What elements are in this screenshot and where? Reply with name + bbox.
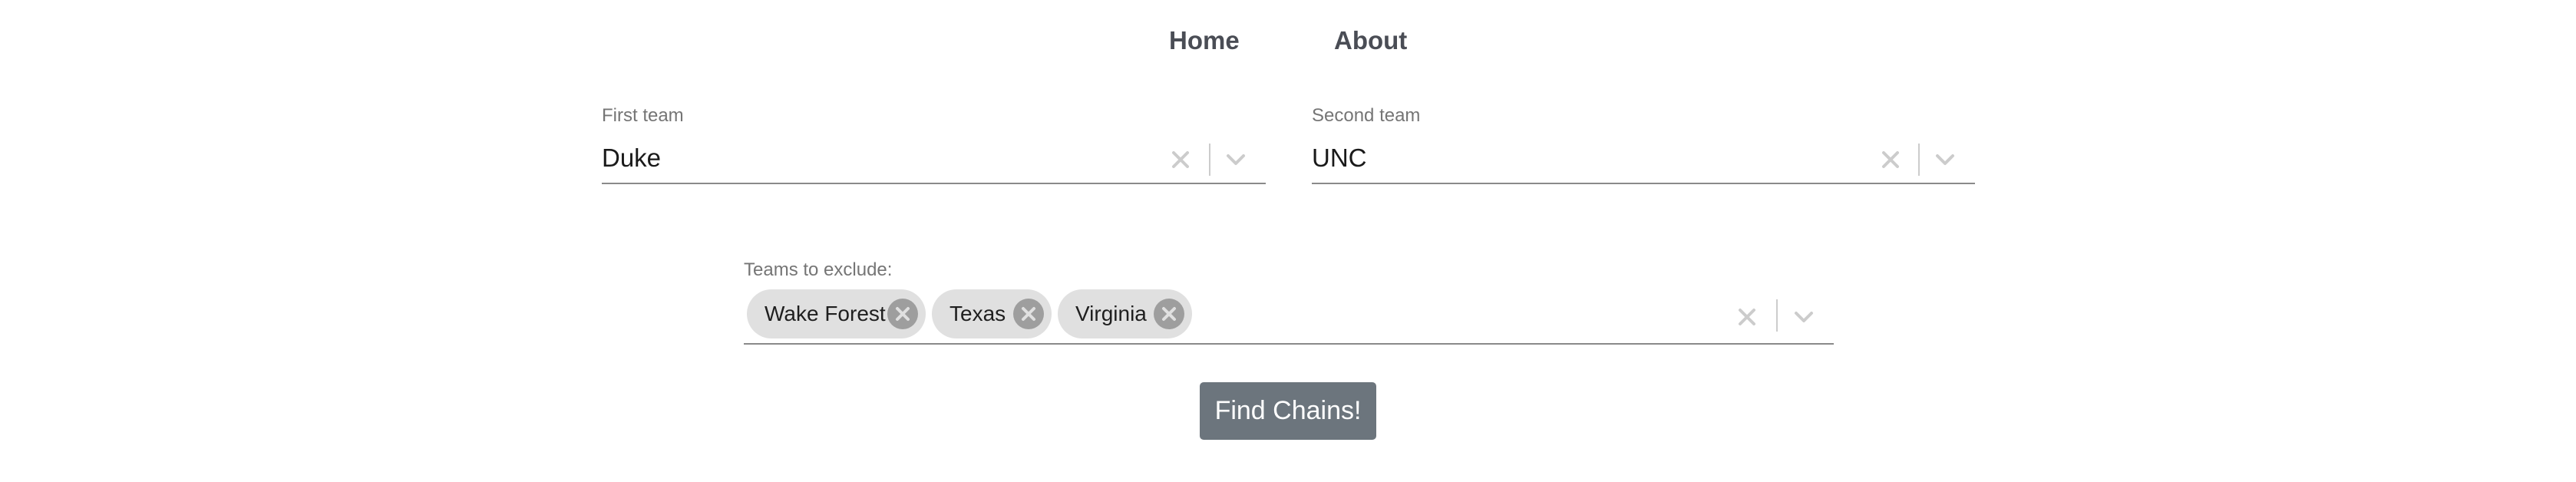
indicator-separator <box>1918 144 1920 176</box>
exclude-teams-field: Teams to exclude: Wake Forest Texas Virg… <box>744 259 1834 347</box>
exclude-chip-label: Virginia <box>1075 302 1147 325</box>
second-team-label: Second team <box>1312 105 1421 126</box>
chevron-down-icon[interactable] <box>1788 302 1819 332</box>
indicator-separator <box>1209 144 1210 176</box>
cancel-circle-icon[interactable] <box>1154 299 1184 329</box>
exclude-teams-label: Teams to exclude: <box>744 259 893 280</box>
chevron-down-icon[interactable] <box>1220 144 1251 175</box>
second-team-select[interactable]: UNC <box>1312 132 1975 184</box>
second-team-field: Second team UNC <box>1312 104 1975 189</box>
first-team-label: First team <box>602 105 684 126</box>
cancel-circle-icon[interactable] <box>887 299 918 329</box>
second-team-value: UNC <box>1312 144 1367 172</box>
close-icon[interactable] <box>1732 302 1762 332</box>
exclude-chip-label: Wake Forest <box>765 302 886 325</box>
exclude-chip: Texas <box>932 289 1052 338</box>
chevron-down-icon[interactable] <box>1930 144 1960 175</box>
top-nav: Home About <box>0 23 2576 61</box>
exclude-teams-select[interactable]: Wake Forest Texas Virginia <box>744 286 1834 345</box>
exclude-chip-label: Texas <box>949 302 1006 325</box>
exclude-chip: Wake Forest <box>747 289 926 338</box>
close-icon[interactable] <box>1875 144 1906 175</box>
first-team-value: Duke <box>602 144 662 172</box>
indicator-separator <box>1776 299 1778 332</box>
close-icon[interactable] <box>1165 144 1196 175</box>
nav-about-link[interactable]: About <box>1334 23 1407 58</box>
first-team-field: First team Duke <box>602 104 1266 189</box>
first-team-select[interactable]: Duke <box>602 132 1266 184</box>
exclude-chip: Virginia <box>1058 289 1192 338</box>
cancel-circle-icon[interactable] <box>1013 299 1044 329</box>
nav-home-link[interactable]: Home <box>1169 23 1240 58</box>
find-chains-button[interactable]: Find Chains! <box>1200 382 1376 440</box>
